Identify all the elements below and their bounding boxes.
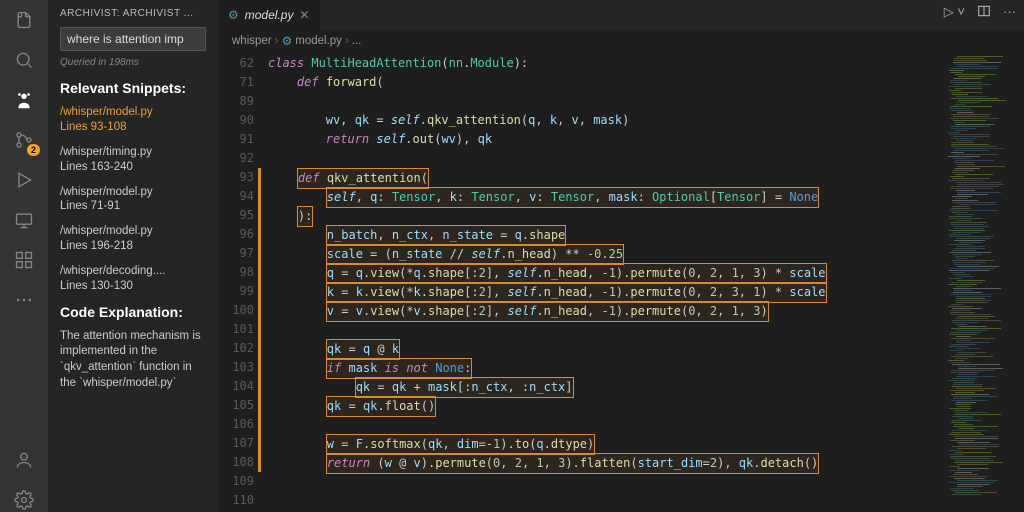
- editor-area: ⚙ model.py ✕ ▷ ˅ ··· whisper › ⚙ model.p…: [218, 0, 1024, 512]
- snippets-list: /whisper/model.pyLines 93-108/whisper/ti…: [60, 105, 206, 294]
- query-time: Queried in 198ms: [60, 57, 206, 68]
- archivist-icon[interactable]: [12, 88, 36, 112]
- app-root: 2 ARCHIVIST: ARCHIVIST ... where is atte…: [0, 0, 1024, 512]
- snippet-item[interactable]: /whisper/model.pyLines 71-91: [60, 185, 206, 215]
- breadcrumb[interactable]: whisper › ⚙ model.py › ...: [218, 30, 1024, 52]
- sidebar-title: ARCHIVIST: ARCHIVIST ...: [60, 8, 206, 19]
- snippet-item[interactable]: /whisper/model.pyLines 196-218: [60, 224, 206, 254]
- code-content[interactable]: class MultiHeadAttention(nn.Module): def…: [268, 52, 944, 512]
- python-file-icon: ⚙: [281, 34, 292, 48]
- search-icon[interactable]: [12, 48, 36, 72]
- extensions-icon[interactable]: [12, 248, 36, 272]
- remote-icon[interactable]: [12, 208, 36, 232]
- editor-more-icon[interactable]: ···: [1003, 4, 1016, 21]
- split-editor-icon[interactable]: [977, 4, 991, 21]
- tabs-bar: ⚙ model.py ✕: [218, 0, 1024, 30]
- editor-actions: ▷ ˅ ···: [944, 4, 1016, 21]
- crumb-file: model.py: [295, 35, 342, 47]
- activity-bar: 2: [0, 0, 48, 512]
- sidebar: ARCHIVIST: ARCHIVIST ... where is attent…: [48, 0, 218, 512]
- crumb-more: ...: [352, 35, 362, 47]
- account-icon[interactable]: [12, 448, 36, 472]
- snippet-item[interactable]: /whisper/model.pyLines 93-108: [60, 105, 206, 135]
- python-file-icon: ⚙: [228, 8, 239, 22]
- crumb-folder: whisper: [232, 35, 272, 47]
- tab-model-py[interactable]: ⚙ model.py ✕: [218, 0, 320, 30]
- explain-heading: Code Explanation:: [60, 304, 206, 321]
- explain-body: The attention mechanism is implemented i…: [60, 329, 206, 391]
- settings-icon[interactable]: [12, 488, 36, 512]
- chevron-right-icon: ›: [275, 35, 279, 47]
- snippet-item[interactable]: /whisper/decoding....Lines 130-130: [60, 264, 206, 294]
- search-input[interactable]: where is attention imp: [60, 27, 206, 51]
- more-icon[interactable]: [12, 288, 36, 312]
- run-debug-icon[interactable]: [12, 168, 36, 192]
- scm-badge: 2: [27, 144, 40, 156]
- source-control-icon[interactable]: 2: [12, 128, 36, 152]
- snippets-heading: Relevant Snippets:: [60, 80, 206, 97]
- code-editor[interactable]: 6271899091929394959697989910010110210310…: [218, 52, 1024, 512]
- run-icon[interactable]: ▷ ˅: [944, 4, 965, 21]
- minimap[interactable]: [944, 52, 1024, 512]
- explorer-icon[interactable]: [12, 8, 36, 32]
- snippet-item[interactable]: /whisper/timing.pyLines 163-240: [60, 145, 206, 175]
- tab-filename: model.py: [245, 8, 294, 22]
- close-icon[interactable]: ✕: [299, 8, 309, 22]
- chevron-right-icon: ›: [345, 35, 349, 47]
